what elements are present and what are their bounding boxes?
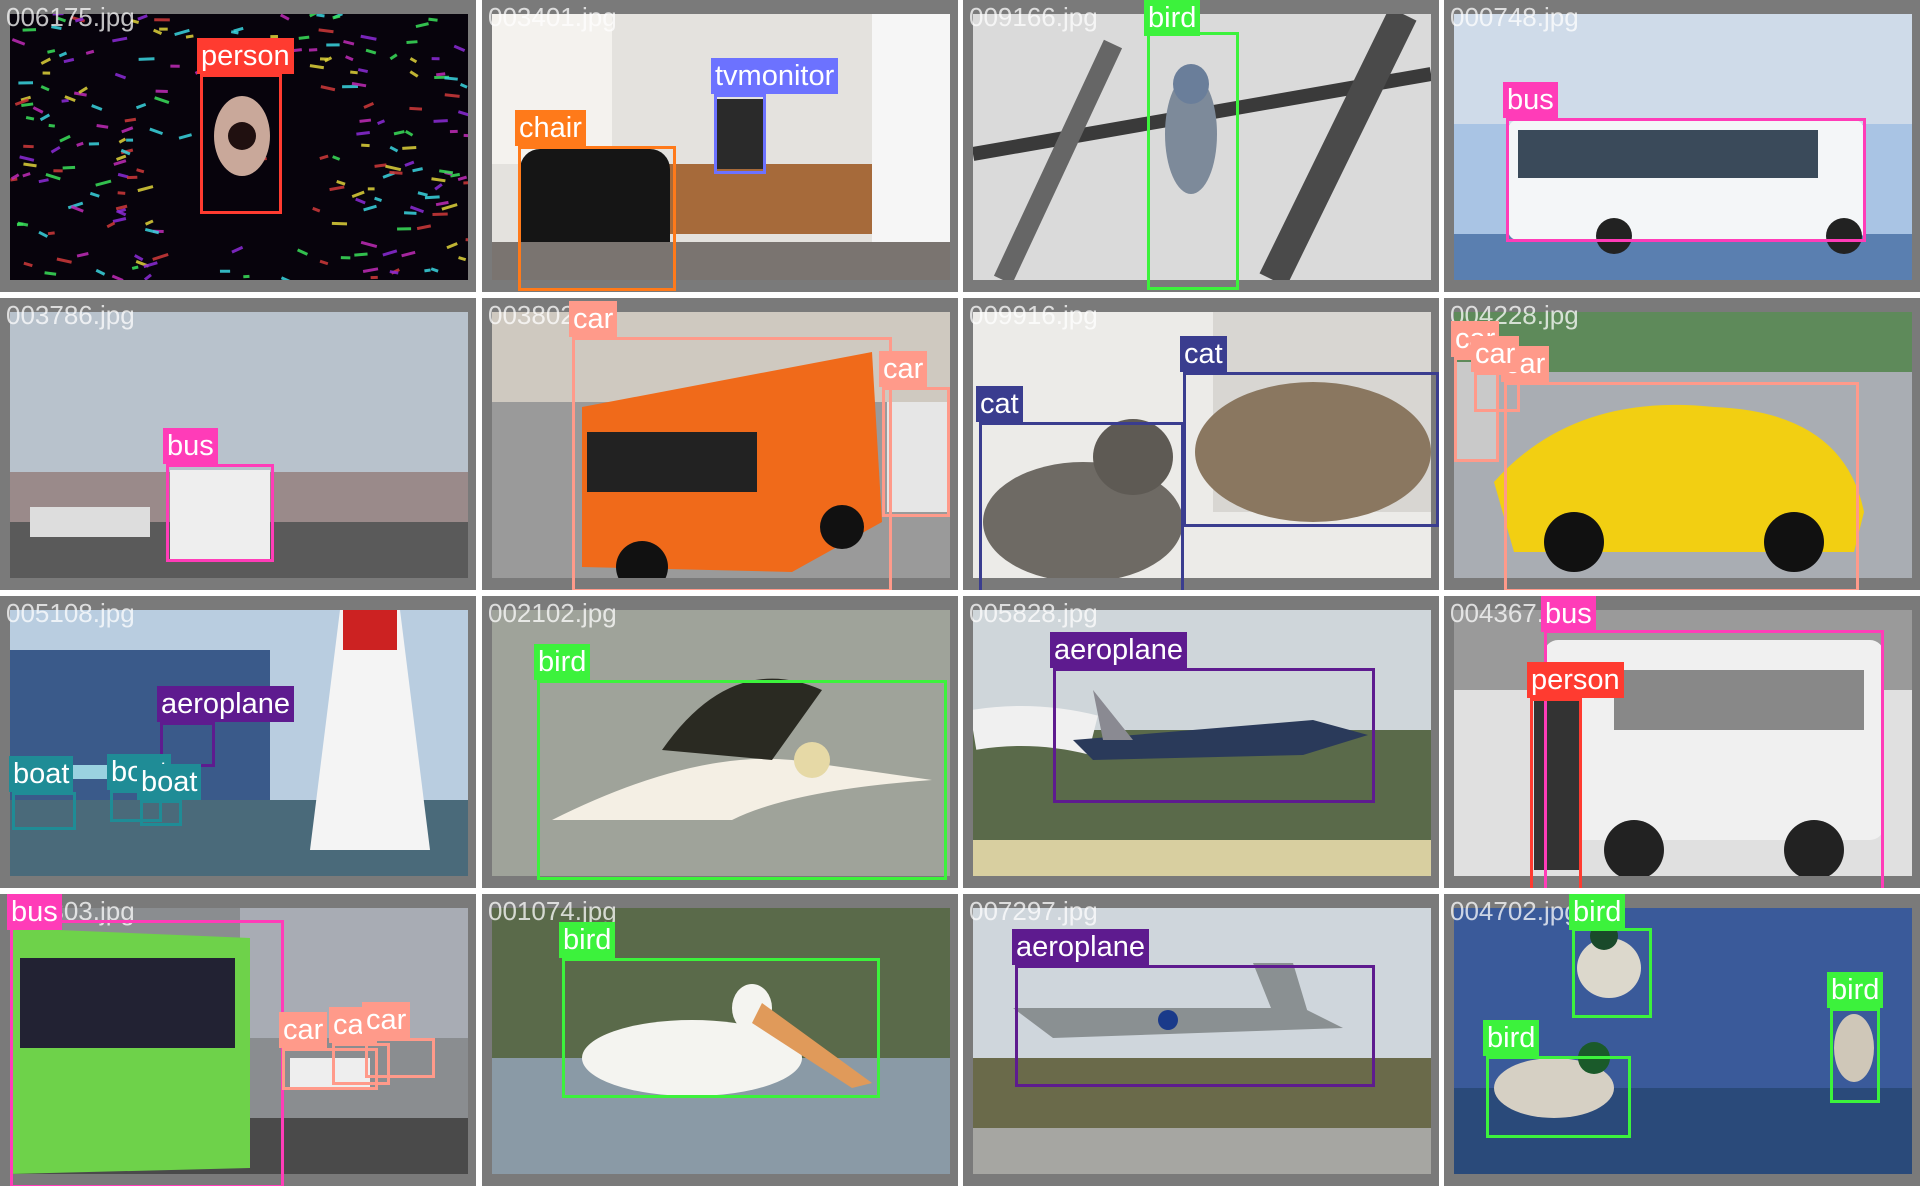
bounding-box	[12, 792, 76, 830]
bounding-box	[537, 680, 947, 880]
image-tile: 009166.jpg bird	[963, 0, 1439, 292]
filename-label: 002102.jpg	[488, 598, 617, 628]
class-label: aeroplane	[1050, 632, 1187, 668]
bounding-box	[518, 146, 676, 291]
image-tile: 006175.jpg person	[0, 0, 476, 292]
image-tile: 002102.jpg bird	[482, 596, 958, 888]
image-tile: 003786.jpg bus	[0, 298, 476, 590]
bounding-box	[200, 74, 282, 214]
bounding-box	[562, 958, 880, 1098]
class-label: car	[569, 301, 618, 337]
class-label: bird	[1144, 0, 1201, 36]
image-tile: 009916.jpg cat cat	[963, 298, 1439, 590]
filename-label: 000748.jpg	[1450, 2, 1579, 32]
class-label: bird	[534, 644, 591, 680]
class-label: bird	[1569, 894, 1626, 930]
filename-label: 009916.jpg	[969, 300, 1098, 330]
class-label: bus	[1503, 82, 1558, 118]
bounding-box	[140, 800, 182, 826]
photo	[10, 610, 468, 876]
filename-label: 003401.jpg	[488, 2, 617, 32]
bounding-box	[572, 337, 892, 590]
bounding-box	[979, 422, 1184, 590]
class-label: person	[1527, 662, 1624, 698]
class-label: bird	[1483, 1020, 1540, 1056]
class-label: bird	[559, 922, 616, 958]
image-tile: 000748.jpg bus	[1444, 0, 1920, 292]
class-label: aeroplane	[157, 686, 294, 722]
bounding-box	[10, 920, 284, 1186]
image-tile: 001074.jpg bird	[482, 894, 958, 1186]
class-label: bird	[1827, 972, 1884, 1008]
bounding-box	[1015, 965, 1375, 1087]
filename-label: 003786.jpg	[6, 300, 135, 330]
class-label: car	[279, 1012, 328, 1048]
class-label: cat	[976, 386, 1023, 422]
detection-mosaic: 006175.jpg person 003401.jpg tvmonitor chai…	[0, 0, 1920, 1192]
image-tile: 006303.jpg bus car car car	[0, 894, 476, 1186]
filename-label: 005108.jpg	[6, 598, 135, 628]
bounding-box	[1572, 928, 1652, 1018]
image-tile: 004228.jpgcarcarcar	[1444, 298, 1920, 590]
filename-label: 004702.jpg	[1450, 896, 1579, 926]
class-label: bus	[163, 428, 218, 464]
image-tile: 003802.jpg car car	[482, 298, 958, 590]
bounding-box	[1486, 1056, 1631, 1138]
filename-label: 007297.jpg	[969, 896, 1098, 926]
class-label: boat	[9, 756, 74, 792]
class-label: cat	[1180, 336, 1227, 372]
class-label: car	[879, 351, 928, 387]
bounding-box	[166, 464, 274, 562]
image-tile: 004367.jpg bus person	[1444, 596, 1920, 888]
filename-label: 006175.jpg	[6, 2, 135, 32]
filename-label: 009166.jpg	[969, 2, 1098, 32]
class-label: person	[197, 38, 294, 74]
bounding-box	[1147, 32, 1239, 290]
class-label: car	[1471, 336, 1520, 372]
bounding-box	[1053, 668, 1375, 803]
bounding-box	[714, 94, 766, 174]
image-tile: 005108.jpgaeroplaneboatboatboat	[0, 596, 476, 888]
bounding-box	[1506, 118, 1866, 242]
image-tile: 005828.jpg aeroplane	[963, 596, 1439, 888]
image-tile: 007297.jpg aeroplane	[963, 894, 1439, 1186]
bounding-box	[1504, 382, 1859, 590]
class-label: boat	[137, 764, 202, 800]
class-label: tvmonitor	[711, 58, 839, 94]
bounding-box	[365, 1038, 435, 1078]
class-label: bus	[7, 894, 62, 930]
bounding-box	[1830, 1008, 1880, 1103]
class-label: aeroplane	[1012, 929, 1149, 965]
photo-illustration	[10, 610, 468, 876]
filename-label: 005828.jpg	[969, 598, 1098, 628]
image-tile: 003401.jpg tvmonitor chair	[482, 0, 958, 292]
bounding-box	[1183, 372, 1439, 527]
image-tile: 004702.jpg bird bird bird	[1444, 894, 1920, 1186]
class-label: chair	[515, 110, 586, 146]
bounding-box	[882, 387, 950, 517]
class-label: bus	[1541, 596, 1596, 632]
class-label: car	[362, 1002, 411, 1038]
bounding-box	[1530, 698, 1582, 888]
